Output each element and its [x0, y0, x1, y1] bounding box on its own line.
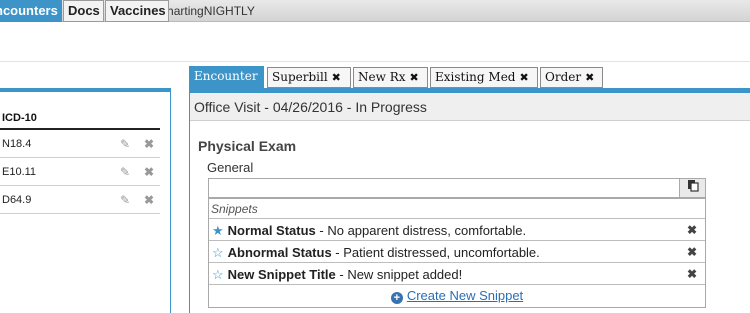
tab-vaccines[interactable]: Vaccines	[105, 0, 169, 22]
tab-superbill-label: Superbill	[272, 70, 328, 84]
icd-code: D64.9	[2, 194, 32, 206]
diagnosis-panel: ICD-10 N18.4 ✎ ✖ E10.11 ✎ ✖ D64.9 ✎ ✖	[0, 92, 171, 313]
close-icon[interactable]: ✖	[144, 158, 154, 186]
visit-header: Office Visit - 04/26/2016 - In Progress	[190, 93, 750, 121]
star-icon[interactable]: ☆	[212, 267, 224, 282]
close-icon[interactable]: ✖	[144, 130, 154, 158]
clipboard-icon[interactable]	[679, 179, 705, 197]
tab-docs[interactable]: Docs	[63, 0, 104, 22]
close-icon[interactable]: ✖	[585, 71, 594, 84]
icd-code: N18.4	[2, 138, 32, 150]
close-icon[interactable]: ✖	[332, 71, 341, 84]
plus-circle-icon: +	[390, 292, 403, 304]
snippet-title: Normal Status	[227, 223, 316, 238]
table-row[interactable]: D64.9 ✎ ✖	[0, 186, 160, 214]
star-icon[interactable]: ☆	[212, 245, 224, 260]
tab-vaccines-label: Vaccines	[110, 3, 166, 18]
close-icon[interactable]: ✖	[144, 186, 154, 214]
close-icon[interactable]: ✖	[687, 220, 697, 241]
snippet-item[interactable]: ☆ New Snippet Title - New snippet added! …	[209, 264, 705, 285]
icd-code: E10.11	[2, 166, 37, 178]
snippet-item[interactable]: ★ Normal Status - No apparent distress, c…	[209, 220, 705, 241]
close-icon[interactable]: ✖	[687, 242, 697, 263]
create-snippet-label: Create New Snippet	[406, 288, 524, 303]
snippets-box: Snippets ★ Normal Status - No apparent di…	[208, 198, 706, 308]
tab-existing-med[interactable]: Existing Med ✖	[430, 67, 538, 88]
pencil-icon[interactable]: ✎	[120, 186, 130, 214]
general-textarea[interactable]	[208, 178, 706, 198]
snippet-text: - No apparent distress, comfortable.	[315, 223, 527, 238]
snippets-header: Snippets	[209, 199, 705, 219]
table-row[interactable]: E10.11 ✎ ✖	[0, 158, 160, 186]
snippet-title: New Snippet Title	[227, 267, 336, 282]
close-icon[interactable]: ✖	[687, 264, 697, 285]
tab-encounter-label: Encounter	[194, 69, 258, 83]
tab-new-rx-label: New Rx	[358, 70, 406, 84]
tab-encounters[interactable]: ncounters	[0, 0, 62, 22]
encounter-panel: Office Visit - 04/26/2016 - In Progress …	[189, 93, 750, 313]
snippet-text: - Patient distressed, uncomfortable.	[331, 245, 540, 260]
tab-docs-label: Docs	[68, 3, 100, 18]
snippet-text: - New snippet added!	[335, 267, 463, 282]
snippet-title: Abnormal Status	[227, 245, 332, 260]
tab-existing-med-label: Existing Med	[435, 70, 516, 84]
tab-superbill[interactable]: Superbill ✖	[267, 67, 351, 88]
tab-encounters-label: ncounters	[0, 3, 58, 18]
star-icon[interactable]: ★	[212, 223, 224, 238]
snippet-item[interactable]: ☆ Abnormal Status - Patient distressed, u…	[209, 242, 705, 263]
pencil-icon[interactable]: ✎	[120, 130, 130, 158]
icd-column-header: ICD-10	[0, 110, 160, 130]
section-title: Physical Exam	[198, 138, 297, 154]
table-row[interactable]: N18.4 ✎ ✖	[0, 130, 160, 158]
create-snippet-link[interactable]: + Create New Snippet	[209, 286, 705, 306]
tab-order[interactable]: Order ✖	[540, 67, 603, 88]
general-label: General	[207, 160, 254, 175]
tab-order-label: Order	[545, 70, 582, 84]
pencil-icon[interactable]: ✎	[120, 158, 130, 186]
tab-encounter[interactable]: Encounter	[189, 66, 264, 88]
app-toolbar	[0, 22, 750, 62]
close-icon[interactable]: ✖	[410, 71, 419, 84]
tab-new-rx[interactable]: New Rx ✖	[353, 67, 428, 88]
close-icon[interactable]: ✖	[519, 71, 528, 84]
clipboard-icon-svg	[687, 180, 699, 192]
